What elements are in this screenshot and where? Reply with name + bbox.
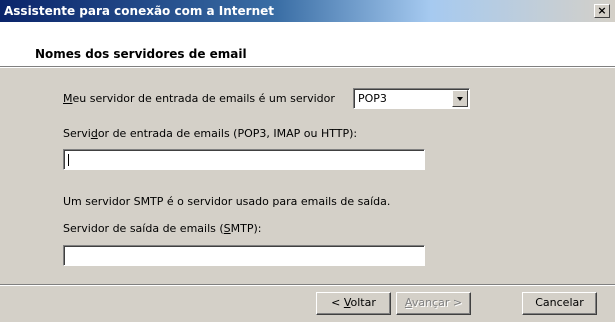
window-title: Assistente para conexão com a Internet [4, 4, 275, 18]
outgoing-server-input[interactable] [63, 245, 425, 266]
close-button[interactable]: × [594, 4, 610, 18]
back-button-accelerator: V [343, 296, 351, 309]
incoming-server-label-pre: Servi [63, 127, 91, 140]
chevron-down-icon[interactable] [452, 90, 468, 107]
outgoing-server-label: Servidor de saída de emails (SMTP): [63, 222, 262, 236]
incoming-server-label-post: or de entrada de emails (POP3, IMAP ou H… [97, 127, 358, 140]
incoming-type-accelerator: M [63, 92, 73, 105]
incoming-server-type-select[interactable]: POP3 [353, 88, 470, 109]
incoming-server-accelerator: d [90, 127, 98, 140]
wizard-header: Nomes dos servidores de email [0, 22, 615, 66]
outgoing-server-label-pre: Servidor de saída de emails ( [63, 222, 224, 235]
text-caret [68, 154, 69, 166]
incoming-server-input[interactable] [63, 149, 425, 170]
outgoing-server-accelerator: S [223, 222, 231, 235]
page-title: Nomes dos servidores de email [35, 47, 247, 61]
next-button-post: vançar > [411, 296, 463, 309]
back-button[interactable]: < Voltar [316, 292, 391, 315]
wizard-window: Assistente para conexão com a Internet ×… [0, 0, 615, 322]
back-button-post: oltar [350, 296, 376, 309]
header-divider [0, 66, 615, 68]
next-button-accelerator: A [404, 296, 412, 309]
back-button-pre: < [331, 296, 344, 309]
incoming-server-type-label: Meu servidor de entrada de emails é um s… [63, 92, 335, 106]
close-icon: × [597, 4, 607, 17]
footer-divider [0, 284, 615, 286]
incoming-server-type-value: POP3 [358, 92, 387, 105]
smtp-info-text: Um servidor SMTP é o servidor usado para… [63, 195, 391, 208]
outgoing-server-label-post: MTP): [230, 222, 262, 235]
incoming-type-label-text: eu servidor de entrada de emails é um se… [72, 92, 335, 105]
incoming-server-label: Servidor de entrada de emails (POP3, IMA… [63, 127, 357, 141]
title-bar[interactable]: Assistente para conexão com a Internet × [0, 0, 615, 22]
next-button[interactable]: Avançar > [396, 292, 471, 315]
cancel-button[interactable]: Cancelar [522, 292, 597, 315]
